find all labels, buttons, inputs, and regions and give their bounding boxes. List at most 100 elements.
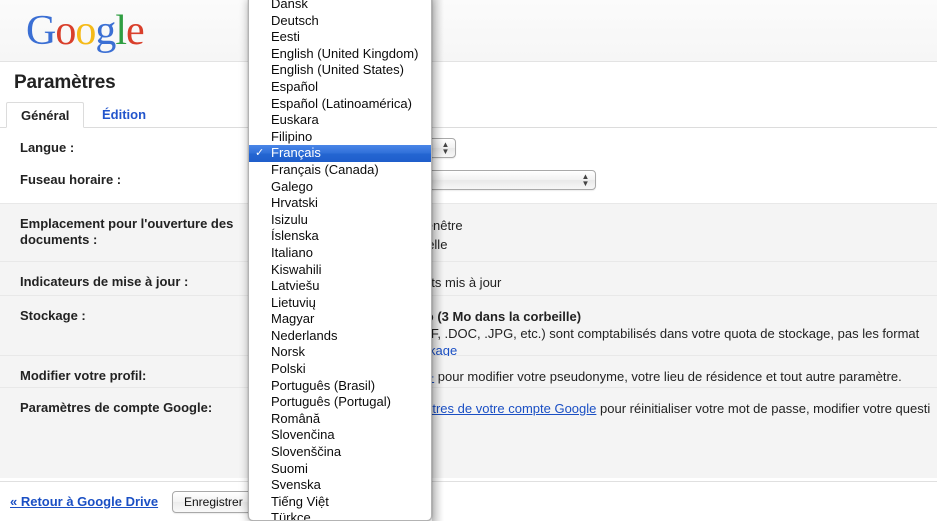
settings-row-open-location: Emplacement pour l'ouverture des documen…	[0, 204, 937, 262]
language-option[interactable]: Deutsch	[249, 13, 431, 30]
logo-letter-0: G	[26, 8, 56, 54]
settings-row-update-indicators: Indicateurs de mise à jour : Afficher en…	[0, 262, 937, 296]
language-option-label: Slovenčina	[271, 427, 335, 443]
logo-letter-1: o	[55, 8, 76, 54]
language-option[interactable]: Română	[249, 411, 431, 428]
logo-letter-4: l	[115, 8, 127, 54]
language-option-label: Nederlands	[271, 327, 338, 343]
language-option[interactable]: Tiếng Việt	[249, 494, 431, 511]
language-option[interactable]: Galego	[249, 179, 431, 196]
language-option-label: Isizulu	[271, 211, 308, 227]
language-option[interactable]: English (United Kingdom)	[249, 46, 431, 63]
language-option-label: Latviešu	[271, 278, 320, 294]
label-language: Langue :	[20, 140, 75, 155]
settings-row-timezone: Fuseau horaire : (GMT+01:00) Paris ▲▼	[0, 160, 937, 204]
language-option-label: English (United Kingdom)	[271, 45, 419, 61]
stepper-icon: ▲ ▼	[581, 172, 590, 188]
label-storage: Stockage :	[20, 308, 86, 323]
language-option[interactable]: Français (Canada)	[249, 162, 431, 179]
language-option[interactable]: Español (Latinoamérica)	[249, 96, 431, 113]
check-icon: ✓	[255, 147, 265, 160]
language-option-label: Lietuvių	[271, 294, 316, 310]
language-option[interactable]: Polski	[249, 361, 431, 378]
language-option-label: Magyar	[271, 311, 315, 327]
tab-general[interactable]: Général	[6, 102, 85, 128]
stepper-icon: ▲ ▼	[441, 140, 450, 156]
language-option-label: Italiano	[271, 244, 313, 260]
language-option[interactable]: English (United States)	[249, 62, 431, 79]
language-option[interactable]: Isizulu	[249, 212, 431, 229]
language-option-label: Português (Portugal)	[271, 394, 391, 410]
language-option[interactable]: Slovenčina	[249, 427, 431, 444]
settings-row-language: Langue : Français ▲▼	[0, 128, 937, 160]
language-option[interactable]: ✓ Français	[249, 145, 431, 162]
language-option-label: Română	[271, 410, 321, 426]
language-option-label: Galego	[271, 178, 313, 194]
language-option[interactable]: Íslenska	[249, 228, 431, 245]
language-option[interactable]: Euskara	[249, 112, 431, 129]
language-option[interactable]: Kiswahili	[249, 262, 431, 279]
back-to-drive-link[interactable]: « Retour à Google Drive	[10, 494, 158, 509]
language-option[interactable]: Türkçe	[249, 510, 431, 521]
language-option-label: English (United States)	[271, 62, 404, 78]
language-option-label: Hrvatski	[271, 195, 318, 211]
label-edit-profile: Modifier votre profil:	[20, 368, 147, 383]
language-option-label: Tiếng Việt	[271, 493, 329, 509]
settings-row-google-account: Paramètres de compte Google: Consultez l…	[0, 388, 937, 478]
language-option[interactable]: Português (Brasil)	[249, 378, 431, 395]
google-account-tail-text: pour réinitialiser votre mot de passe, m…	[600, 401, 931, 416]
language-option-label: Português (Brasil)	[271, 377, 376, 393]
language-option-label: Íslenska	[271, 228, 319, 244]
language-option-label: Español (Latinoamérica)	[271, 95, 412, 111]
language-option-label: Svenska	[271, 477, 321, 493]
language-option-label: Slovenščina	[271, 444, 342, 460]
language-option[interactable]: Italiano	[249, 245, 431, 262]
label-google-account: Paramètres de compte Google:	[20, 400, 213, 415]
edit-profile-tail-text: pour modifier votre pseudonyme, votre li…	[437, 369, 902, 384]
language-option[interactable]: Suomi	[249, 461, 431, 478]
language-option-label: Français (Canada)	[271, 161, 379, 177]
settings-table: Langue : Français ▲▼ Fuseau horaire : (G…	[0, 128, 937, 478]
language-option-label: Polski	[271, 361, 306, 377]
language-option[interactable]: Eesti	[249, 29, 431, 46]
logo-letter-2: o	[75, 8, 96, 54]
label-timezone: Fuseau horaire :	[20, 172, 122, 187]
footer-bar: « Retour à Google Drive Enregistrer	[0, 481, 937, 521]
label-update-indicators: Indicateurs de mise à jour :	[20, 274, 189, 289]
language-option[interactable]: Slovenščina	[249, 444, 431, 461]
language-option-label: Suomi	[271, 460, 308, 476]
language-option[interactable]: Lietuvių	[249, 295, 431, 312]
language-option-label: Deutsch	[271, 12, 319, 28]
language-option[interactable]: Español	[249, 79, 431, 96]
app-header: Google	[0, 0, 937, 62]
language-option[interactable]: Latviešu	[249, 278, 431, 295]
language-option[interactable]: Norsk	[249, 344, 431, 361]
logo-letter-5: e	[126, 8, 145, 54]
settings-row-edit-profile: Modifier votre profil: Accédez à votre p…	[0, 356, 937, 388]
language-option[interactable]: Dansk	[249, 0, 431, 13]
google-logo[interactable]: Google	[26, 8, 145, 54]
language-option-label: Français	[271, 145, 321, 161]
label-open-location: Emplacement pour l'ouverture des documen…	[20, 216, 234, 247]
language-option-label: Filipino	[271, 128, 313, 144]
language-option-label: Eesti	[271, 29, 300, 45]
language-option-label: Euskara	[271, 112, 319, 128]
language-option-label: Kiswahili	[271, 261, 322, 277]
language-option[interactable]: Nederlands	[249, 328, 431, 345]
language-option[interactable]: Português (Portugal)	[249, 394, 431, 411]
logo-letter-3: g	[95, 8, 116, 54]
language-option-label: Español	[271, 78, 318, 94]
language-option[interactable]: Filipino	[249, 129, 431, 146]
language-option[interactable]: Magyar	[249, 311, 431, 328]
save-button[interactable]: Enregistrer	[172, 491, 255, 513]
tab-edition[interactable]: Édition	[88, 102, 160, 127]
language-dropdown-popup[interactable]: Dansk Deutsch Eesti English (United Kingdom…	[248, 0, 432, 521]
page-title: Paramètres	[14, 72, 116, 93]
language-option-label: Norsk	[271, 344, 305, 360]
language-option[interactable]: Hrvatski	[249, 195, 431, 212]
language-option-label: Türkçe	[271, 510, 311, 521]
settings-row-storage: Stockage : Utilisation de 3 Go sur 15 Go…	[0, 296, 937, 358]
language-option[interactable]: Svenska	[249, 477, 431, 494]
language-option-label: Dansk	[271, 0, 308, 11]
tab-bar: Général Édition	[0, 102, 937, 128]
